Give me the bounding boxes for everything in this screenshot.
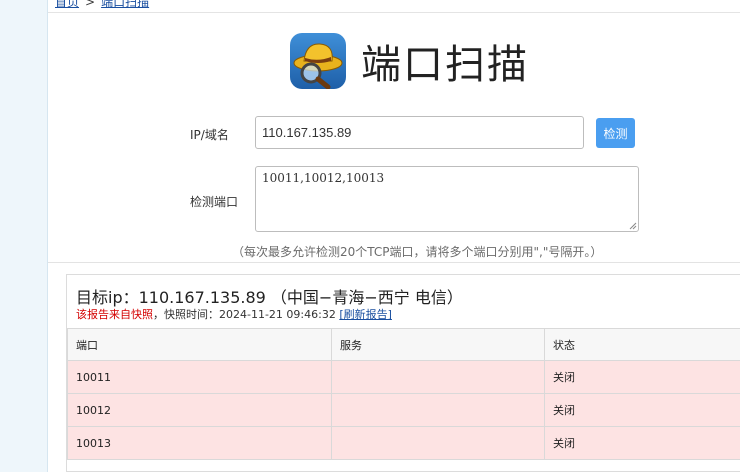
port-cell: 10013 bbox=[67, 426, 332, 460]
port-cell: 10011 bbox=[67, 360, 332, 394]
ports-textarea[interactable]: 10011,10012,10013 bbox=[255, 166, 639, 232]
table-row: 10011 关闭 bbox=[67, 360, 740, 394]
breadcrumb: 首页 > 端口扫描 bbox=[48, 0, 740, 13]
check-ports-label: 检测端口 bbox=[190, 195, 239, 209]
service-cell bbox=[331, 360, 545, 394]
breadcrumb-current-link[interactable]: 端口扫描 bbox=[101, 0, 149, 9]
ip-domain-input[interactable] bbox=[255, 116, 584, 149]
left-sidebar-strip bbox=[0, 0, 48, 472]
snapshot-info: 该报告来自快照，快照时间：2024-11-21 09:46:32 [刷新报告] bbox=[76, 306, 392, 322]
table-row: 10013 关闭 bbox=[67, 426, 740, 460]
status-cell: 关闭 bbox=[544, 393, 740, 427]
column-header-port: 端口 bbox=[67, 328, 332, 361]
table-row: 10012 关闭 bbox=[67, 393, 740, 427]
ip-domain-label: IP/域名 bbox=[190, 128, 229, 142]
hat-magnifier-icon bbox=[290, 33, 346, 89]
snapshot-time: ，快照时间：2024-11-21 09:46:32 bbox=[153, 308, 336, 321]
port-cell: 10012 bbox=[67, 393, 332, 427]
service-cell bbox=[331, 426, 545, 460]
table-header-row: 端口 服务 状态 bbox=[67, 328, 740, 361]
section-divider bbox=[48, 262, 740, 263]
check-button[interactable]: 检测 bbox=[596, 118, 635, 148]
ports-table: 端口 服务 状态 10011 关闭 10012 关闭 10013 关闭 bbox=[67, 328, 740, 460]
resize-grip-icon[interactable] bbox=[629, 222, 637, 230]
status-cell: 关闭 bbox=[544, 426, 740, 460]
service-cell bbox=[331, 393, 545, 427]
column-header-status: 状态 bbox=[544, 328, 740, 361]
page-title: 端口扫描 bbox=[361, 42, 529, 88]
scan-result-panel: 目标ip：110.167.135.89 （中国−青海−西宁 电信） 该报告来自快… bbox=[66, 274, 740, 472]
snapshot-source-note: 该报告来自快照 bbox=[76, 308, 153, 321]
refresh-report-link[interactable]: [刷新报告] bbox=[339, 308, 392, 321]
page-header: 端口扫描 bbox=[290, 32, 529, 90]
breadcrumb-home-link[interactable]: 首页 bbox=[55, 0, 79, 9]
column-header-service: 服务 bbox=[331, 328, 545, 361]
target-ip-heading: 目标ip：110.167.135.89 （中国−青海−西宁 电信） bbox=[76, 288, 463, 307]
status-cell: 关闭 bbox=[544, 360, 740, 394]
port-hint-text: （每次最多允许检测20个TCP端口，请将多个端口分别用","号隔开。） bbox=[232, 245, 603, 259]
